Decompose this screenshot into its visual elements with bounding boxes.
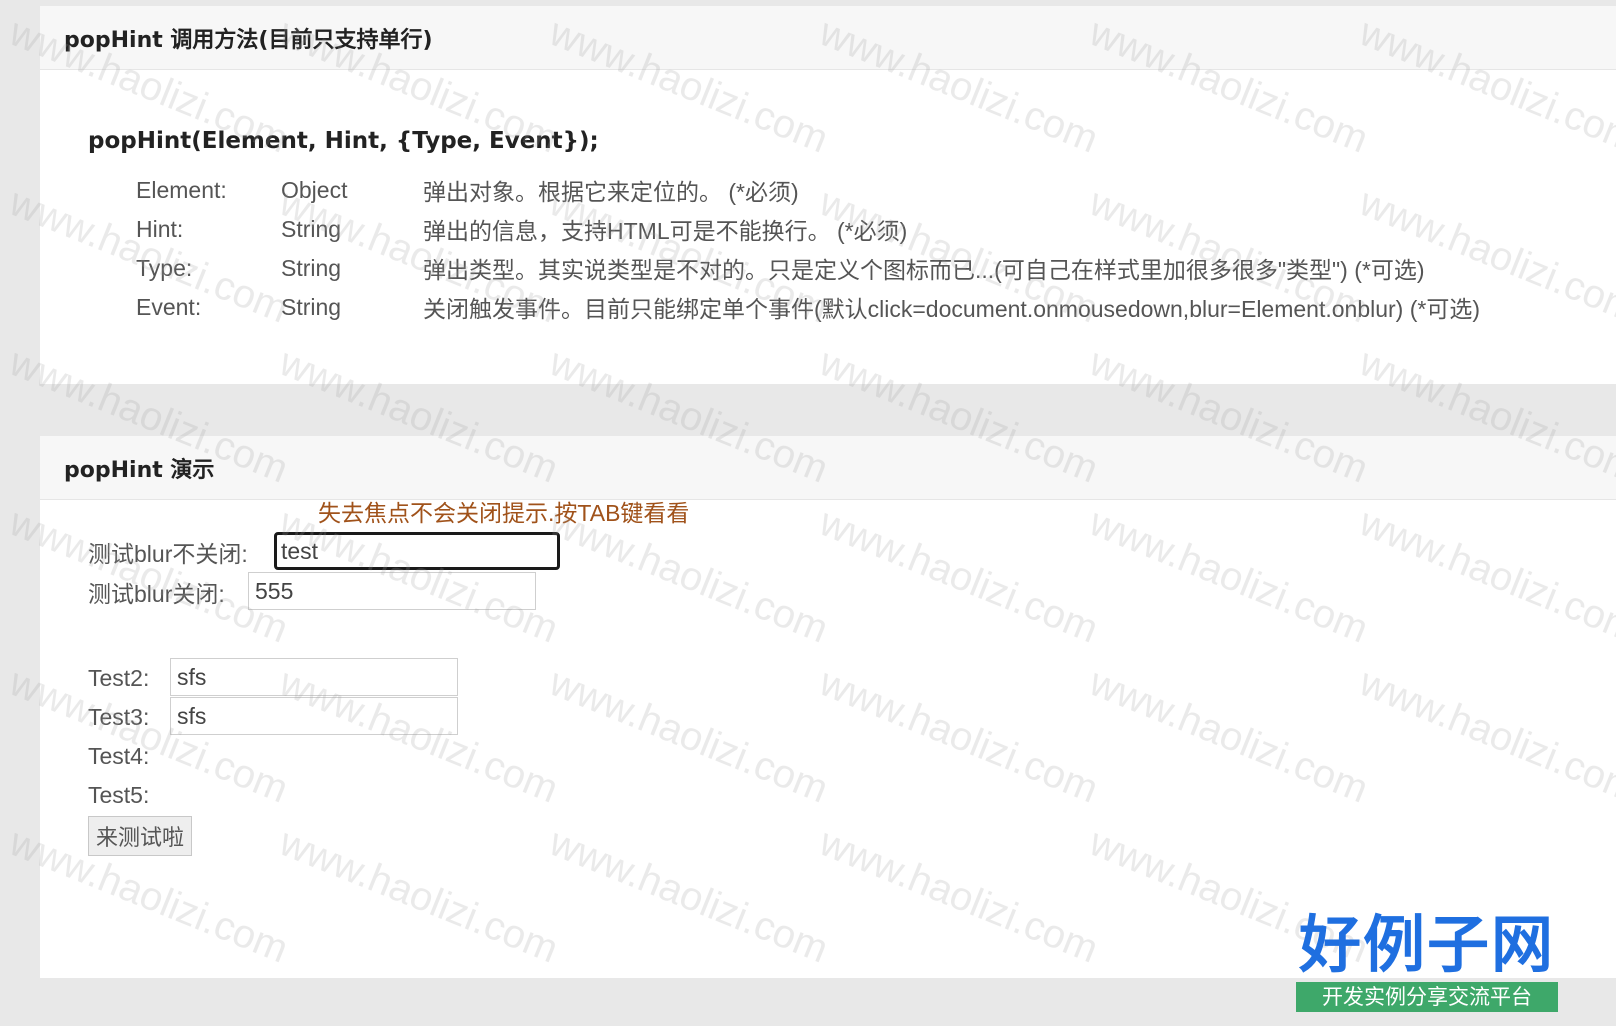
test5-label: Test5: <box>88 781 150 808</box>
param-row-element: Element: Object 弹出对象。根据它来定位的。 (*必须) <box>136 172 799 208</box>
param-desc: 弹出对象。根据它来定位的。 (*必须) <box>423 179 799 205</box>
param-type: String <box>281 254 342 281</box>
demo-panel-title: popHint 演示 <box>40 436 1616 500</box>
logo-main-text: 好例子网 <box>1298 908 1555 981</box>
param-name: Hint: <box>136 215 184 242</box>
test2-input[interactable] <box>170 658 458 696</box>
param-type: String <box>281 215 342 242</box>
submit-test-button[interactable]: 来测试啦 <box>88 816 192 856</box>
param-name: Element: <box>136 176 227 203</box>
blur-no-close-label: 测试blur不关闭: <box>88 541 248 567</box>
blur-no-close-input[interactable] <box>274 532 560 570</box>
function-signature: popHint(Element, Hint, {Type, Event}); <box>88 128 599 154</box>
param-desc: 弹出的信息，支持HTML可是不能换行。 (*必须) <box>423 218 908 244</box>
blur-close-input[interactable] <box>248 572 536 610</box>
pop-hint-message: 失去焦点不会关闭提示.按TAB键看看 <box>318 500 690 526</box>
blur-close-label: 测试blur关闭: <box>88 581 225 607</box>
param-name: Event: <box>136 293 202 320</box>
param-row-type: Type: String 弹出类型。其实说类型是不对的。只是定义个图标而已...… <box>136 250 1424 286</box>
param-type: Object <box>281 176 348 203</box>
site-logo: 好例子网 开发实例分享交流平台 <box>1296 910 1558 1016</box>
docs-panel-title: popHint 调用方法(目前只支持单行) <box>40 6 1616 70</box>
test2-label: Test2: <box>88 664 150 691</box>
test3-label: Test3: <box>88 703 150 730</box>
param-type: String <box>281 293 342 320</box>
param-row-event: Event: String 关闭触发事件。目前只能绑定单个事件(默认click=… <box>136 289 1480 325</box>
param-name: Type: <box>136 254 193 281</box>
docs-panel: popHint 调用方法(目前只支持单行) popHint(Element, H… <box>40 6 1616 384</box>
param-desc: 关闭触发事件。目前只能绑定单个事件(默认click=document.onmou… <box>423 296 1481 322</box>
test4-label: Test4: <box>88 742 150 769</box>
param-desc: 弹出类型。其实说类型是不对的。只是定义个图标而已...(可自己在样式里加很多很多… <box>423 257 1425 283</box>
demo-panel: popHint 演示 失去焦点不会关闭提示.按TAB键看看 测试blur不关闭:… <box>40 436 1616 978</box>
test3-input[interactable] <box>170 697 458 735</box>
param-row-hint: Hint: String 弹出的信息，支持HTML可是不能换行。 (*必须) <box>136 211 907 247</box>
logo-sub-text: 开发实例分享交流平台 <box>1296 982 1558 1012</box>
